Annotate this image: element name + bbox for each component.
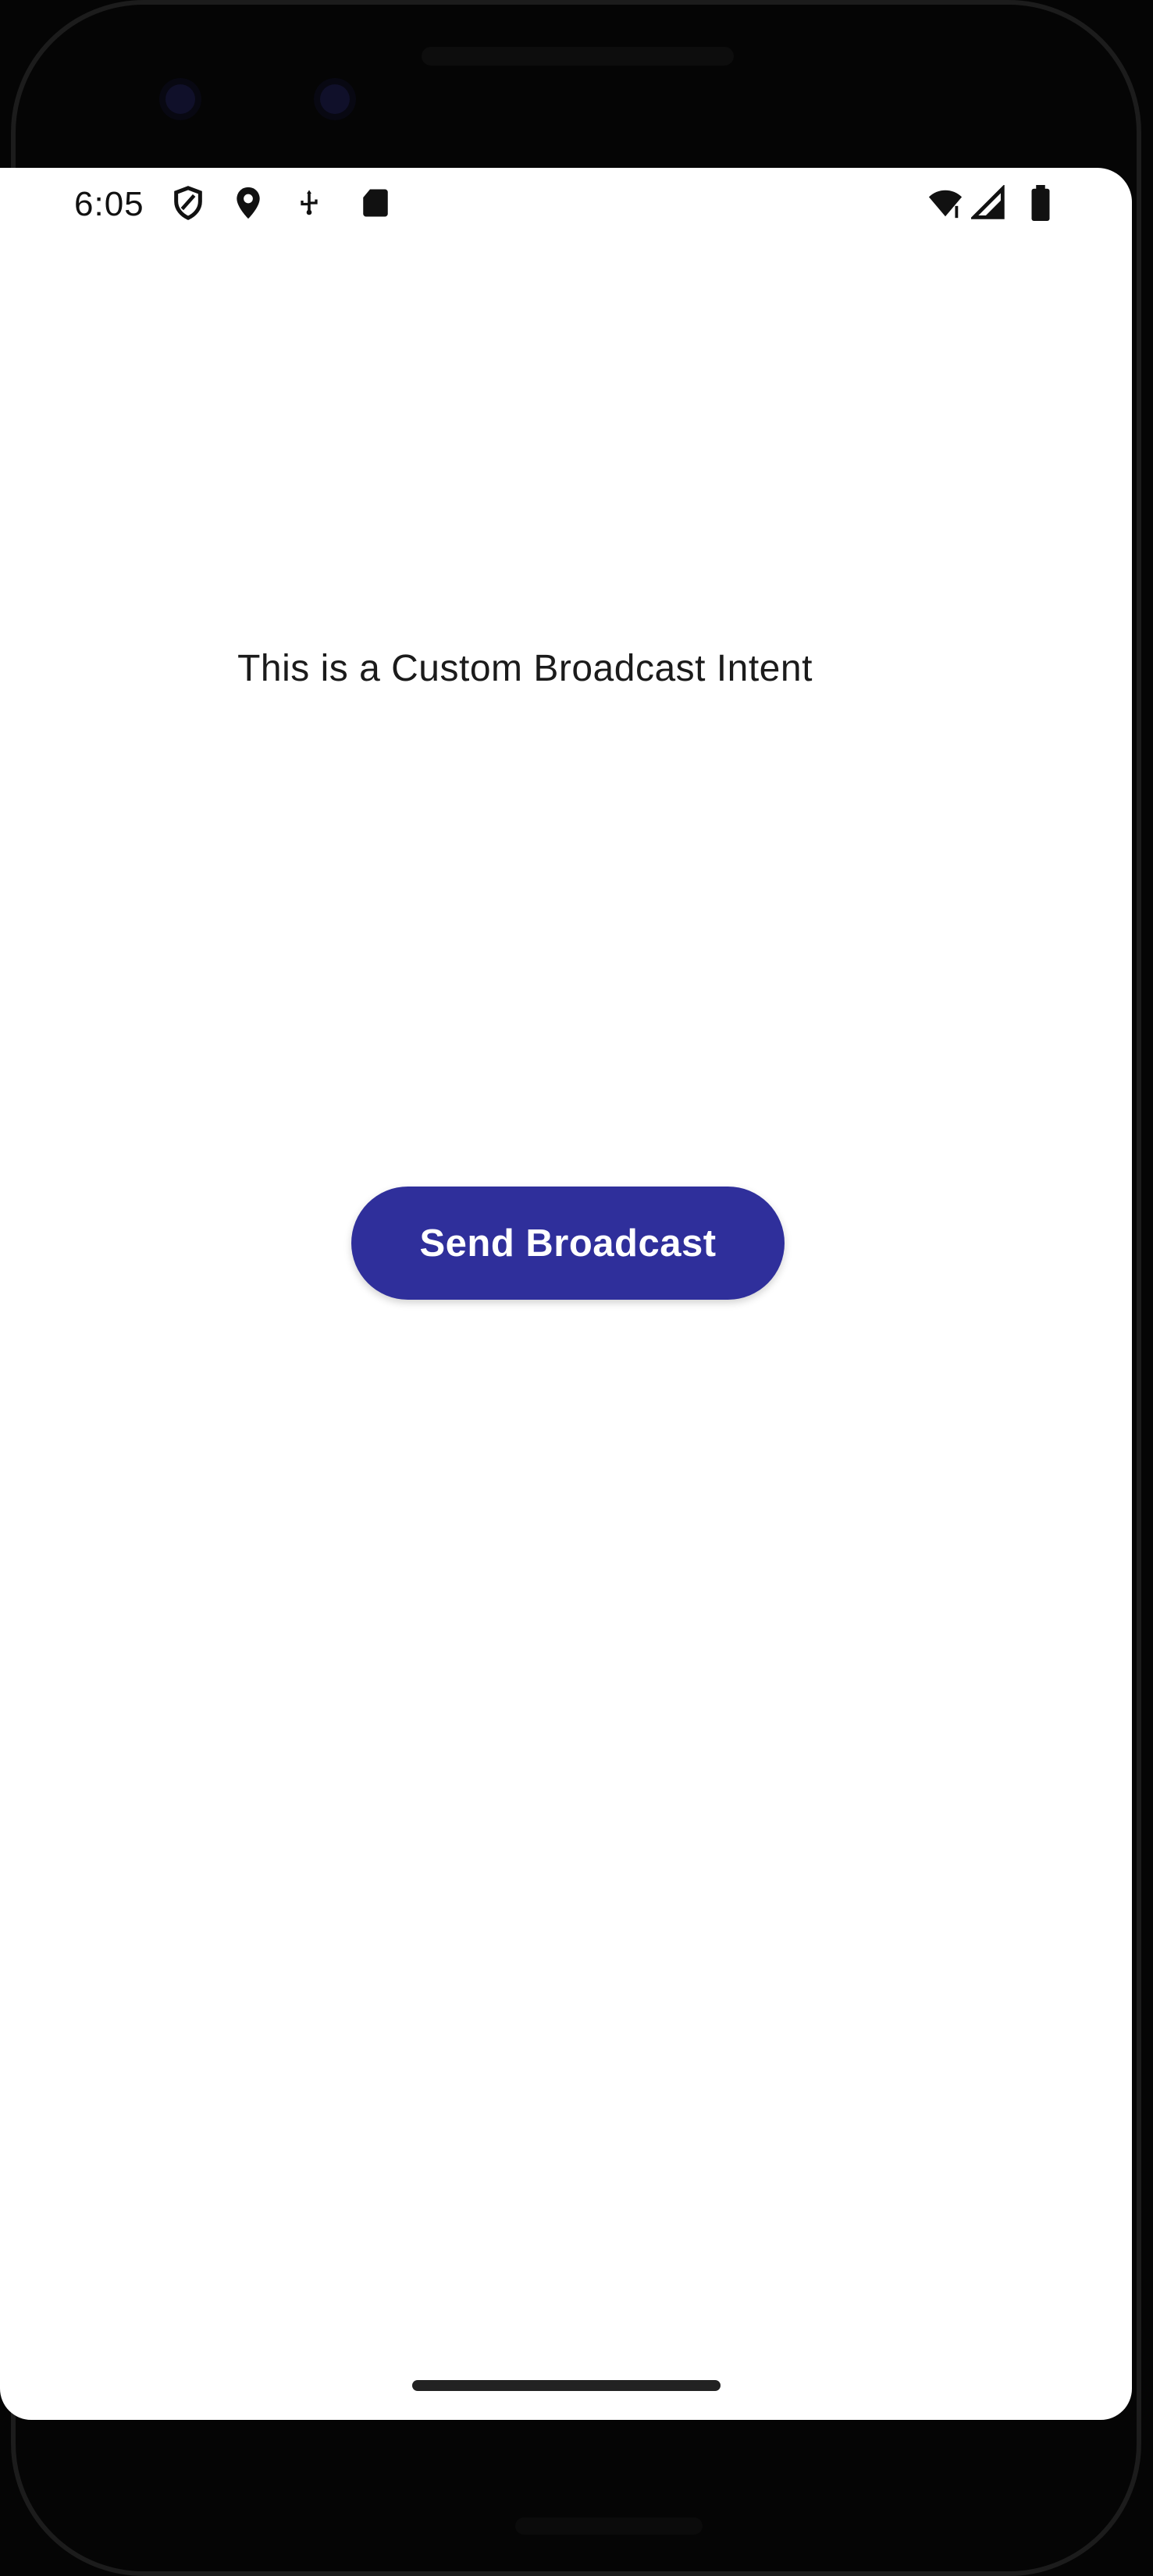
location-pin-icon [231,185,265,221]
earpiece-speaker [422,47,734,66]
front-camera-icon [165,84,195,114]
send-broadcast-button[interactable]: Send Broadcast [351,1187,785,1300]
cellular-signal-icon [971,185,1005,221]
bottom-bezel [0,2420,1153,2576]
front-sensor-icon [320,84,350,114]
app-screen: 6:05 This is a Custom Broadcast Intent S… [0,168,1132,2420]
battery-icon [1029,185,1052,221]
device-frame: 6:05 This is a Custom Broadcast Intent S… [0,0,1153,2576]
broadcast-message-text: This is a Custom Broadcast Intent [237,648,813,689]
home-gesture-bar[interactable] [412,2380,721,2391]
wifi-icon [926,185,965,221]
sd-card-icon [359,185,392,221]
bottom-speaker-grille [515,2517,703,2535]
status-time: 6:05 [74,185,144,223]
usb-icon [295,185,323,221]
top-bezel [0,0,1153,168]
vpn-shield-icon [170,185,206,221]
status-bar: 6:05 [0,168,1132,242]
